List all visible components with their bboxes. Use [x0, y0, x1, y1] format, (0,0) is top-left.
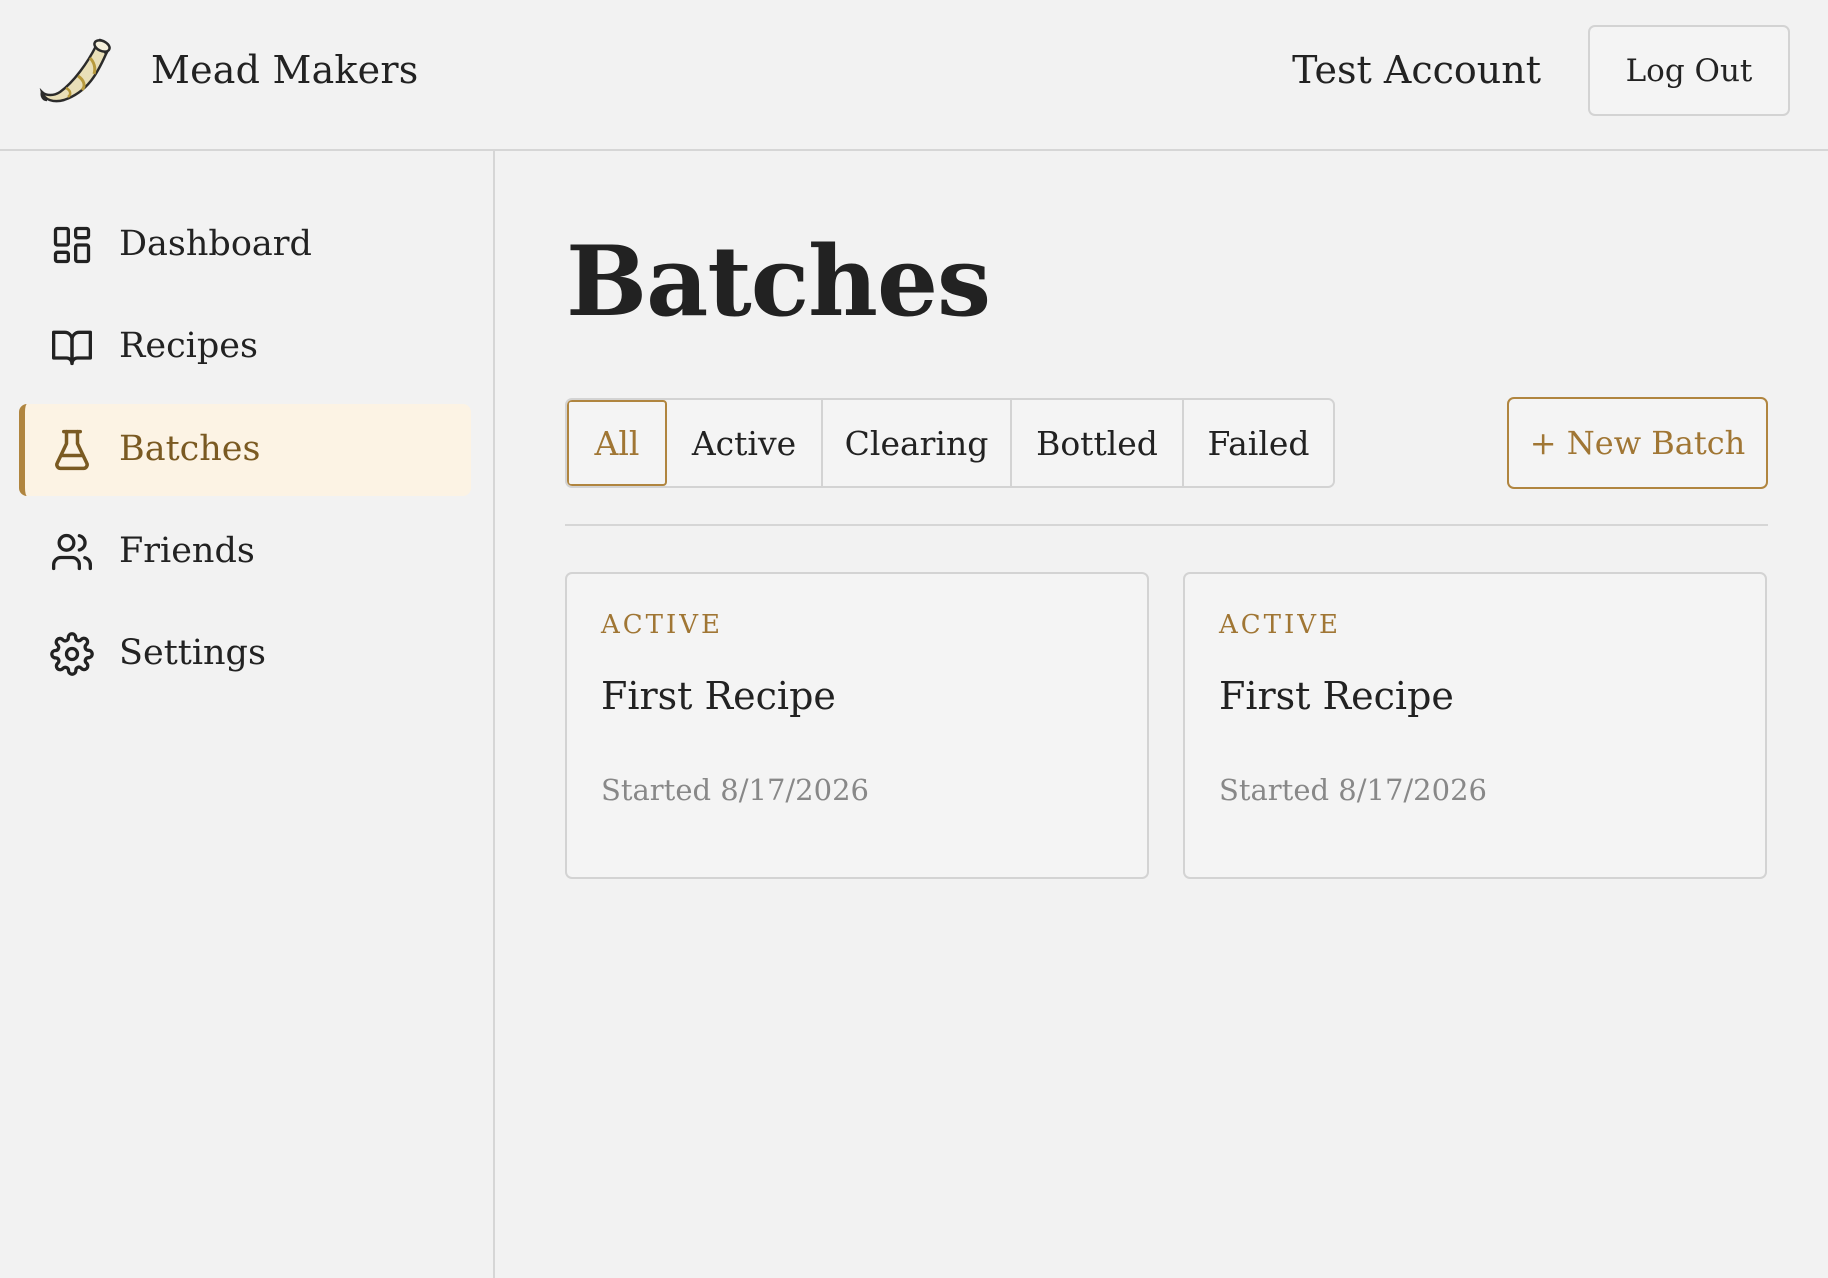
drinking-horn-icon [39, 38, 111, 103]
open-book-icon [52, 330, 92, 366]
batch-card[interactable]: ACTIVE First Recipe Started 8/17/2026 [565, 572, 1149, 879]
sidebar-item-dashboard[interactable]: Dashboard [19, 199, 471, 291]
filter-bottled-button[interactable]: Bottled [1012, 400, 1184, 486]
app-title: Mead Makers [151, 48, 419, 92]
page-title: Batches [566, 225, 991, 338]
filter-failed-button[interactable]: Failed [1184, 400, 1333, 486]
gear-icon [50, 632, 94, 676]
batch-recipe-name: First Recipe [601, 674, 836, 718]
sidebar-item-label: Batches [119, 429, 261, 469]
sidebar-item-label: Recipes [119, 326, 258, 366]
sidebar-item-friends[interactable]: Friends [19, 506, 471, 598]
status-filter-group: All Active Clearing Bottled Failed [565, 398, 1335, 488]
divider [565, 524, 1768, 526]
batch-start-date: Started 8/17/2026 [601, 773, 869, 807]
sidebar-item-label: Settings [119, 633, 266, 673]
batch-recipe-name: First Recipe [1219, 674, 1454, 718]
sidebar-item-batches[interactable]: Batches [19, 404, 471, 496]
filter-active-button[interactable]: Active [667, 400, 823, 486]
flask-icon [55, 429, 89, 471]
sidebar-item-label: Dashboard [119, 224, 312, 264]
sidebar-item-recipes[interactable]: Recipes [19, 301, 471, 393]
users-icon [52, 533, 92, 571]
account-name: Test Account [1292, 48, 1541, 92]
logout-button[interactable]: Log Out [1588, 25, 1790, 116]
filter-all-button[interactable]: All [567, 400, 667, 486]
status-badge: ACTIVE [1219, 610, 1342, 640]
dashboard-grid-icon [53, 226, 91, 264]
sidebar-item-label: Friends [119, 531, 255, 571]
sidebar: Dashboard Recipes Batches Friends Settin… [0, 151, 495, 1278]
batch-start-date: Started 8/17/2026 [1219, 773, 1487, 807]
batch-card[interactable]: ACTIVE First Recipe Started 8/17/2026 [1183, 572, 1767, 879]
new-batch-button[interactable]: + New Batch [1507, 397, 1768, 489]
filter-clearing-button[interactable]: Clearing [823, 400, 1012, 486]
top-bar: Mead Makers Test Account Log Out [0, 0, 1828, 151]
status-badge: ACTIVE [601, 610, 724, 640]
sidebar-item-settings[interactable]: Settings [19, 608, 471, 700]
